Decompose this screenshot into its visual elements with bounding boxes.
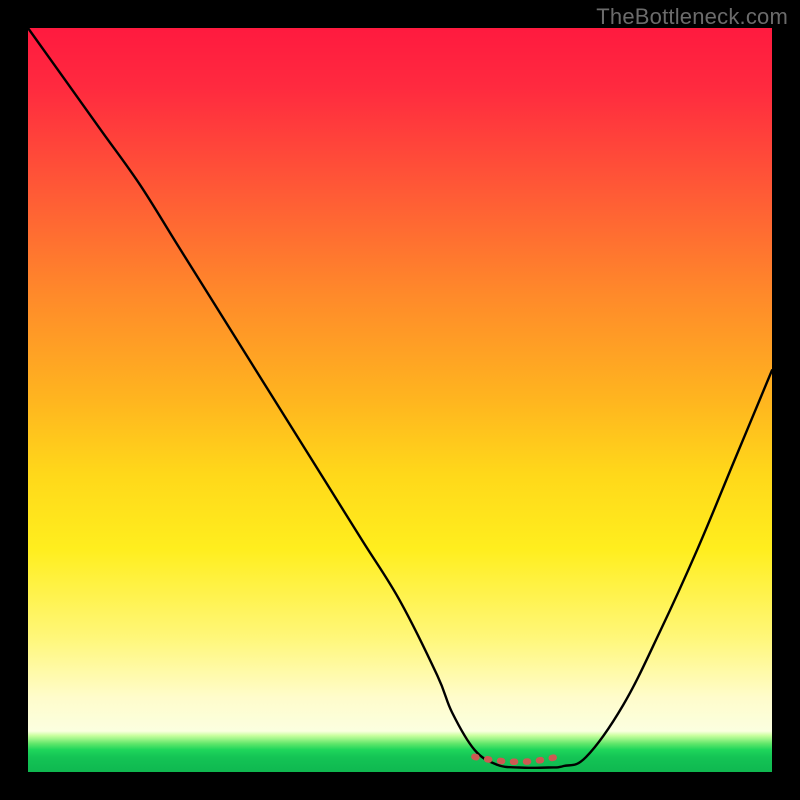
bottleneck-curve	[28, 28, 772, 768]
chart-svg	[28, 28, 772, 772]
watermark-text: TheBottleneck.com	[596, 4, 788, 30]
chart-frame: TheBottleneck.com	[0, 0, 800, 800]
plot-area	[28, 28, 772, 772]
optimal-zone-marker	[474, 755, 563, 762]
